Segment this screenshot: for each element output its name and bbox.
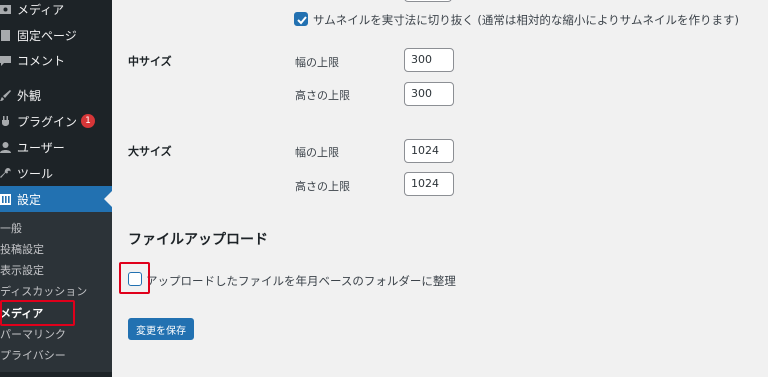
- plugin-update-badge: 1: [81, 114, 96, 128]
- menu-label: コメント: [17, 53, 66, 68]
- menu-label: ユーザー: [17, 140, 65, 155]
- large-width-input[interactable]: 1024: [404, 139, 454, 163]
- menu-item-pages[interactable]: 固定ページ: [0, 22, 112, 48]
- thumbnail-height-input[interactable]: [404, 0, 452, 2]
- submenu-item-permalinks[interactable]: パーマリンク: [0, 326, 66, 342]
- large-height-label: 高さの上限: [295, 180, 350, 193]
- submenu-item-reading[interactable]: 表示設定: [0, 262, 44, 278]
- brush-icon: [0, 88, 12, 102]
- settings-submenu: 一般 投稿設定 表示設定 ディスカッション メディア パーマリンク プライバシー: [0, 212, 112, 372]
- crop-thumbnail-label: サムネイルを実寸法に切り抜く (通常は相対的な縮小によりサムネイルを作ります): [313, 13, 739, 27]
- menu-label: メディア: [17, 2, 65, 17]
- media-icon: [0, 2, 12, 16]
- medium-width-input[interactable]: 300: [404, 48, 454, 72]
- menu-item-media[interactable]: メディア: [0, 0, 112, 22]
- submenu-item-privacy[interactable]: プライバシー: [0, 347, 66, 363]
- menu-label: プラグイン: [17, 114, 78, 129]
- menu-item-tools[interactable]: ツール: [0, 160, 112, 186]
- crop-thumbnail-checkbox[interactable]: [294, 12, 308, 26]
- menu-label: 外観: [17, 88, 42, 103]
- user-icon: [0, 140, 12, 154]
- menu-label: 設定: [17, 192, 42, 207]
- large-width-label: 幅の上限: [295, 146, 339, 159]
- comment-icon: [0, 53, 12, 67]
- submenu-item-writing[interactable]: 投稿設定: [0, 241, 44, 257]
- wrench-icon: [0, 166, 12, 180]
- organize-uploads-label: アップロードしたファイルを年月ベースのフォルダーに整理: [146, 274, 456, 288]
- submenu-item-general[interactable]: 一般: [0, 220, 22, 236]
- file-upload-heading: ファイルアップロード: [128, 232, 268, 248]
- save-changes-button[interactable]: 変更を保存: [128, 318, 194, 340]
- medium-width-label: 幅の上限: [295, 56, 339, 69]
- large-size-title: 大サイズ: [128, 145, 172, 158]
- medium-height-label: 高さの上限: [295, 89, 350, 102]
- menu-item-plugins[interactable]: プラグイン 1: [0, 108, 112, 134]
- plugin-icon: [0, 114, 12, 128]
- menu-item-appearance[interactable]: 外観: [0, 82, 112, 108]
- active-menu-arrow: [104, 191, 112, 207]
- large-height-input[interactable]: 1024: [404, 172, 454, 196]
- menu-item-users[interactable]: ユーザー: [0, 134, 112, 160]
- medium-height-input[interactable]: 300: [404, 82, 454, 106]
- medium-size-title: 中サイズ: [128, 55, 172, 68]
- highlight-box-media-submenu: [0, 300, 75, 326]
- page-icon: [0, 28, 12, 42]
- settings-icon: [0, 192, 12, 206]
- menu-label: ツール: [17, 166, 54, 181]
- highlight-box-upload-checkbox: [119, 262, 150, 294]
- checkmark-icon: [297, 16, 307, 25]
- menu-item-settings[interactable]: 設定: [0, 186, 112, 212]
- menu-label: 固定ページ: [17, 28, 77, 43]
- settings-main: サムネイルを実寸法に切り抜く (通常は相対的な縮小によりサムネイルを作ります) …: [112, 0, 768, 377]
- submenu-item-discussion[interactable]: ディスカッション: [0, 283, 87, 299]
- menu-item-comments[interactable]: コメント: [0, 47, 112, 73]
